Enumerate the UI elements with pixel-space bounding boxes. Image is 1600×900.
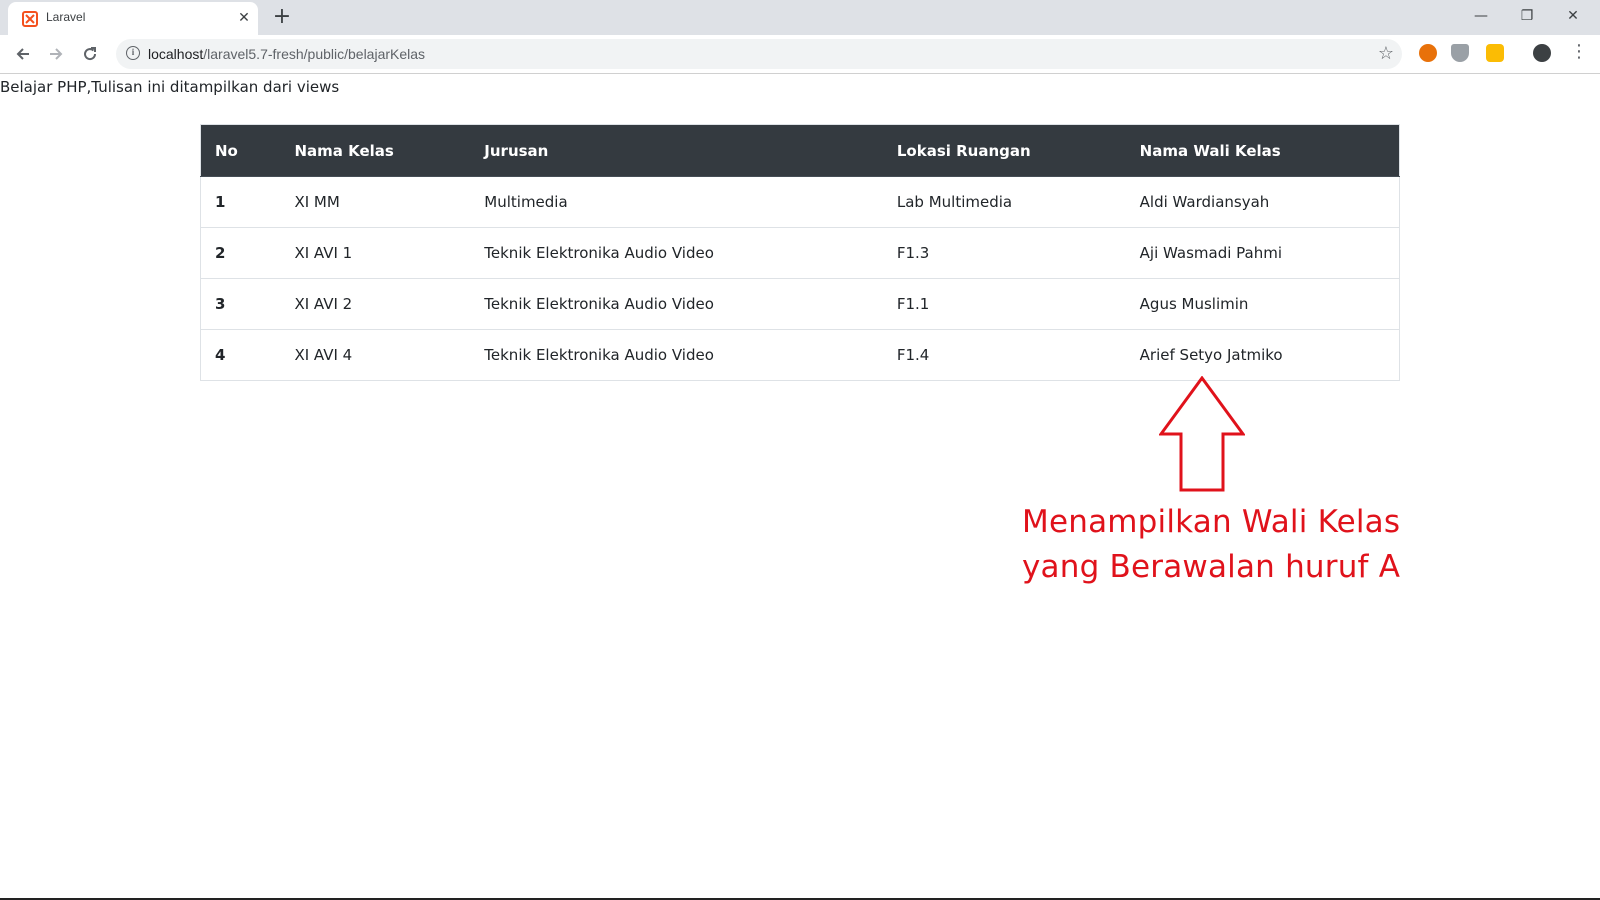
table-header-row: No Nama Kelas Jurusan Lokasi Ruangan Nam… — [200, 124, 1400, 177]
laravel-icon — [22, 11, 38, 27]
cell-lokasi: F1.4 — [882, 329, 1126, 381]
cell-lokasi: F1.3 — [882, 227, 1126, 279]
header-no: No — [200, 124, 281, 177]
url-text: localhost/laravel5.7-fresh/public/belaja… — [148, 46, 426, 62]
header-jurusan: Jurusan — [470, 124, 883, 177]
profile-avatar[interactable] — [1533, 44, 1551, 62]
table-row: 4 XI AVI 4 Teknik Elektronika Audio Vide… — [200, 329, 1400, 381]
cell-jurusan: Teknik Elektronika Audio Video — [470, 278, 883, 330]
annotation-line-1: Menampilkan Wali Kelas — [1022, 504, 1401, 540]
cell-jurusan: Teknik Elektronika Audio Video — [470, 227, 883, 279]
cell-wali-kelas: Agus Muslimin — [1125, 278, 1400, 330]
star-icon[interactable]: ☆ — [1378, 43, 1394, 64]
browser-tabstrip: Laravel ✕ + — ❐ ✕ — [0, 0, 1600, 35]
cell-jurusan: Multimedia — [470, 176, 883, 228]
annotation-line-2: yang Berawalan huruf A — [1022, 549, 1401, 585]
extension-icon[interactable] — [1419, 44, 1437, 62]
new-tab-button[interactable]: + — [270, 6, 294, 30]
back-icon[interactable] — [10, 41, 36, 67]
address-bar[interactable]: i localhost/laravel5.7-fresh/public/bela… — [116, 39, 1402, 69]
info-icon[interactable]: i — [126, 46, 140, 60]
annotation-text: Menampilkan Wali Kelas yang Berawalan hu… — [1022, 500, 1400, 590]
cell-nama-kelas: XI MM — [280, 176, 471, 228]
header-nama-wali-kelas: Nama Wali Kelas — [1125, 124, 1400, 177]
cell-lokasi: F1.1 — [882, 278, 1126, 330]
minimize-button[interactable]: — — [1458, 0, 1504, 32]
cell-wali-kelas: Arief Setyo Jatmiko — [1125, 329, 1400, 381]
cell-no: 2 — [200, 227, 281, 279]
up-arrow-icon — [1159, 376, 1245, 492]
cell-nama-kelas: XI AVI 2 — [280, 278, 471, 330]
browser-tab[interactable]: Laravel ✕ — [8, 2, 258, 35]
tab-close-icon[interactable]: ✕ — [234, 8, 254, 28]
header-nama-kelas: Nama Kelas — [280, 124, 471, 177]
cell-no: 1 — [200, 176, 281, 228]
reload-icon[interactable] — [77, 41, 103, 67]
page-content: Belajar PHP,Tulisan ini ditampilkan dari… — [0, 74, 1600, 900]
cell-lokasi: Lab Multimedia — [882, 176, 1126, 228]
cell-wali-kelas: Aji Wasmadi Pahmi — [1125, 227, 1400, 279]
menu-icon[interactable]: ⋮ — [1570, 41, 1588, 62]
cell-no: 3 — [200, 278, 281, 330]
header-lokasi-ruangan: Lokasi Ruangan — [882, 124, 1126, 177]
browser-toolbar: i localhost/laravel5.7-fresh/public/bela… — [0, 35, 1600, 74]
cell-jurusan: Teknik Elektronika Audio Video — [470, 329, 883, 381]
cell-nama-kelas: XI AVI 4 — [280, 329, 471, 381]
intro-text: Belajar PHP,Tulisan ini ditampilkan dari… — [0, 78, 340, 96]
kelas-table: No Nama Kelas Jurusan Lokasi Ruangan Nam… — [200, 124, 1400, 381]
cell-no: 4 — [200, 329, 281, 381]
forward-icon[interactable] — [43, 41, 69, 67]
table-row: 3 XI AVI 2 Teknik Elektronika Audio Vide… — [200, 278, 1400, 330]
tab-title: Laravel — [46, 10, 86, 24]
table-row: 2 XI AVI 1 Teknik Elektronika Audio Vide… — [200, 227, 1400, 279]
table-row: 1 XI MM Multimedia Lab Multimedia Aldi W… — [200, 176, 1400, 228]
extension-v-icon[interactable] — [1486, 44, 1504, 62]
cell-nama-kelas: XI AVI 1 — [280, 227, 471, 279]
window-close-button[interactable]: ✕ — [1550, 0, 1596, 32]
shield-icon[interactable] — [1451, 44, 1469, 62]
restore-button[interactable]: ❐ — [1504, 0, 1550, 32]
cell-wali-kelas: Aldi Wardiansyah — [1125, 176, 1400, 228]
